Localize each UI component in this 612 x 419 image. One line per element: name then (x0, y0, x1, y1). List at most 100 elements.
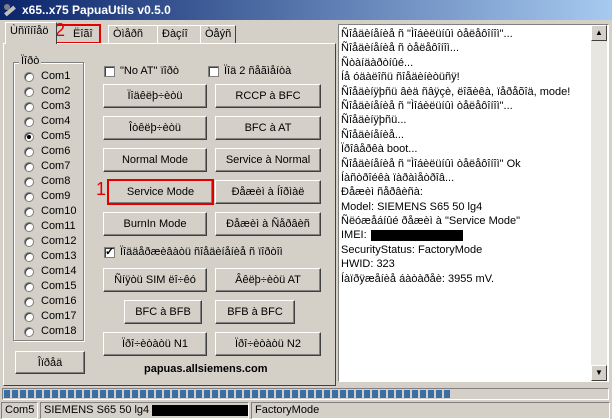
port-label: Com10 (41, 205, 77, 217)
log-lines: Ñîåäèíåíèå ñ "Ìîáèëüíûì òåëåôîíîì"... Ñîå… (341, 27, 591, 286)
button-label: Îïðåä (37, 356, 63, 369)
radio-button[interactable] (24, 267, 34, 277)
scroll-up-icon[interactable]: ▲ (591, 25, 607, 41)
log-line-text: Ñòàíäàðòíûé... (341, 56, 414, 69)
scroll-down-icon[interactable]: ▼ (591, 365, 607, 381)
log-line-text: Ñëóæåáíûé ðåæèì à "Service Mode" (341, 215, 521, 228)
service-normal-button[interactable]: Service à Normal (215, 148, 321, 172)
progress-fill (4, 390, 452, 398)
log-line-text: Ñîåäèíåíèå ñ "Ìîáèëüíûì òåëåôîíîì"... (341, 28, 513, 40)
log-scrollbar[interactable]: ▲ ▼ (591, 25, 607, 381)
app-icon (4, 4, 16, 17)
status-model: SIEMENS S65 50 lg4 (40, 402, 249, 419)
log-line-text: Ñîåäèíÿþñü... (341, 114, 407, 127)
button-label: Service à Normal (225, 154, 311, 166)
remove-sim-lock-button[interactable]: Ñíÿòü SIM ëî÷êó (103, 268, 207, 292)
log-line: SecurityStatus: FactoryMode (341, 243, 591, 257)
redaction-bar (370, 230, 463, 242)
log-line-text: IMEI: (341, 229, 367, 242)
two-segment-checkbox[interactable] (208, 66, 219, 77)
log-line: Íå óäàëîñü ñîåäèíèòüñÿ! (341, 70, 591, 84)
log-line: IMEI: (341, 228, 591, 242)
radio-button[interactable] (24, 297, 34, 307)
radio-button[interactable] (24, 282, 34, 292)
radio-button[interactable] (24, 192, 34, 202)
button-label: Ðåæèì à Ñåðâèñ (226, 218, 310, 230)
log-line: Ñëóæåáíûé ðåæèì à "Service Mode" (341, 214, 591, 228)
radio-button[interactable] (24, 162, 34, 172)
tab-label: Òìåðñ (113, 28, 143, 40)
log-line-text: Ðåæèì ñåðâèñà: (341, 186, 423, 199)
two-segment-label: Ïîä 2 ñåãìåíòà (224, 65, 292, 77)
radio-button[interactable] (24, 222, 34, 232)
log-line: Ñîåäèíåíèå ñ "Ìîáèëüíûì òåëåôîíîì"... (341, 99, 591, 113)
bfb-bfc-button[interactable]: BFB à BFC (215, 300, 295, 324)
port-group-title: Ïîðò (19, 55, 42, 67)
read-n2-button[interactable]: Ïðî÷èòàòü N2 (215, 332, 321, 356)
button-label: Ïðî÷èòàòü N2 (235, 338, 301, 350)
radio-button[interactable] (24, 147, 34, 157)
log-line-text: Ñîåäèíåíèå... (341, 128, 404, 141)
port-label: Com8 (41, 175, 71, 187)
tab-label: Ùñïîíîåö (10, 25, 49, 37)
no-at-checkbox[interactable] (104, 66, 115, 77)
log-line-text: Íàïðÿæåíèå áàòàðåè: 3955 mV. (341, 272, 495, 285)
tab-logo[interactable]: 2 Ëîãî (55, 21, 101, 44)
log-line: Ñîåäèíåíèå ñ òåëåôîíîì... (341, 41, 591, 55)
mode-normal-button[interactable]: Ðåæèì à Íîðìàë (215, 180, 321, 204)
log-line-text: Model: SIEMENS S65 50 lg4 (341, 200, 483, 213)
radio-button[interactable] (24, 252, 34, 262)
log-line-text: Ïðîâåðêà boot... (341, 143, 418, 156)
radio-button[interactable] (24, 132, 34, 142)
port-label: Com6 (41, 145, 71, 157)
disconnect-button[interactable]: Îòêëþ÷èòü (103, 116, 207, 140)
burnin-mode-button[interactable]: BurnIn Mode (103, 212, 207, 236)
log-line-text: HWID: 323 (341, 258, 395, 271)
service-mode-button[interactable]: Service Mode (107, 179, 214, 205)
port-label: Com5 (41, 130, 71, 142)
button-label: BurnIn Mode (123, 218, 187, 230)
button-label: Ïîäêëþ÷èòü (127, 90, 183, 102)
rccp-bfc-button[interactable]: RCCP à BFC (215, 84, 321, 108)
connect-button[interactable]: Ïîäêëþ÷èòü (103, 84, 207, 108)
log-line: Ðåæèì ñåðâèñà: (341, 185, 591, 199)
radio-button[interactable] (24, 72, 34, 82)
radio-button[interactable] (24, 237, 34, 247)
normal-mode-button[interactable]: Normal Mode (103, 148, 207, 172)
radio-button[interactable] (24, 177, 34, 187)
detect-button[interactable]: Îïðåä (15, 351, 85, 374)
radio-button[interactable] (24, 102, 34, 112)
log-line-text: Íàñòðîéêà ïàðàìåòðîâ... (341, 171, 455, 184)
port-label: Com15 (41, 280, 77, 292)
window-title: x65..x75 PapuaUtils v0.5.0 (22, 3, 171, 17)
tab-misc[interactable]: Ðàçíî (157, 25, 201, 43)
tab-timers[interactable]: Òìåðñ (108, 25, 158, 43)
mode-service-button[interactable]: Ðåæèì à Ñåðâèñ (215, 212, 321, 236)
read-n1-button[interactable]: Ïðî÷èòàòü N1 (103, 332, 207, 356)
log-output[interactable]: Ñîåäèíåíèå ñ "Ìîáèëüíûì òåëåôîíîì"... Ñîå… (338, 24, 609, 382)
status-bar: Com5 SIEMENS S65 50 lg4 FactoryMode (0, 402, 612, 419)
radio-button[interactable] (24, 327, 34, 337)
radio-button[interactable] (24, 207, 34, 217)
status-model-text: SIEMENS S65 50 lg4 (44, 404, 150, 416)
website-link[interactable]: papuas.allsiemens.com (144, 363, 268, 375)
port-label: Com4 (41, 115, 71, 127)
tab-functions[interactable]: Ùñïîíîåö (5, 22, 57, 44)
button-label: Îòêëþ÷èòü (129, 122, 181, 134)
enable-at-button[interactable]: Âêëþ÷èòü AT (215, 268, 321, 292)
radio-button[interactable] (24, 117, 34, 127)
log-line: Ïðîâåðêà boot... (341, 142, 591, 156)
tab-test[interactable]: Òåýñ (200, 25, 236, 43)
port-label: Com18 (41, 325, 77, 337)
keep-connection-checkbox[interactable] (104, 245, 115, 258)
bfc-bfb-button[interactable]: BFC à BFB (124, 300, 202, 324)
log-line: Ñîåäèíåíèå... (341, 128, 591, 142)
port-label: Com2 (41, 85, 71, 97)
radio-button[interactable] (24, 312, 34, 322)
button-label: Ðåæèì à Íîðìàë (231, 186, 305, 198)
status-port: Com5 (1, 402, 38, 419)
radio-button[interactable] (24, 87, 34, 97)
bfc-at-button[interactable]: BFC à AT (215, 116, 321, 140)
log-line: Ñîåäèíåíèå ñ "Ìîáèëüíûì òåëåôîíîì"... (341, 27, 591, 41)
log-line: Model: SIEMENS S65 50 lg4 (341, 200, 591, 214)
